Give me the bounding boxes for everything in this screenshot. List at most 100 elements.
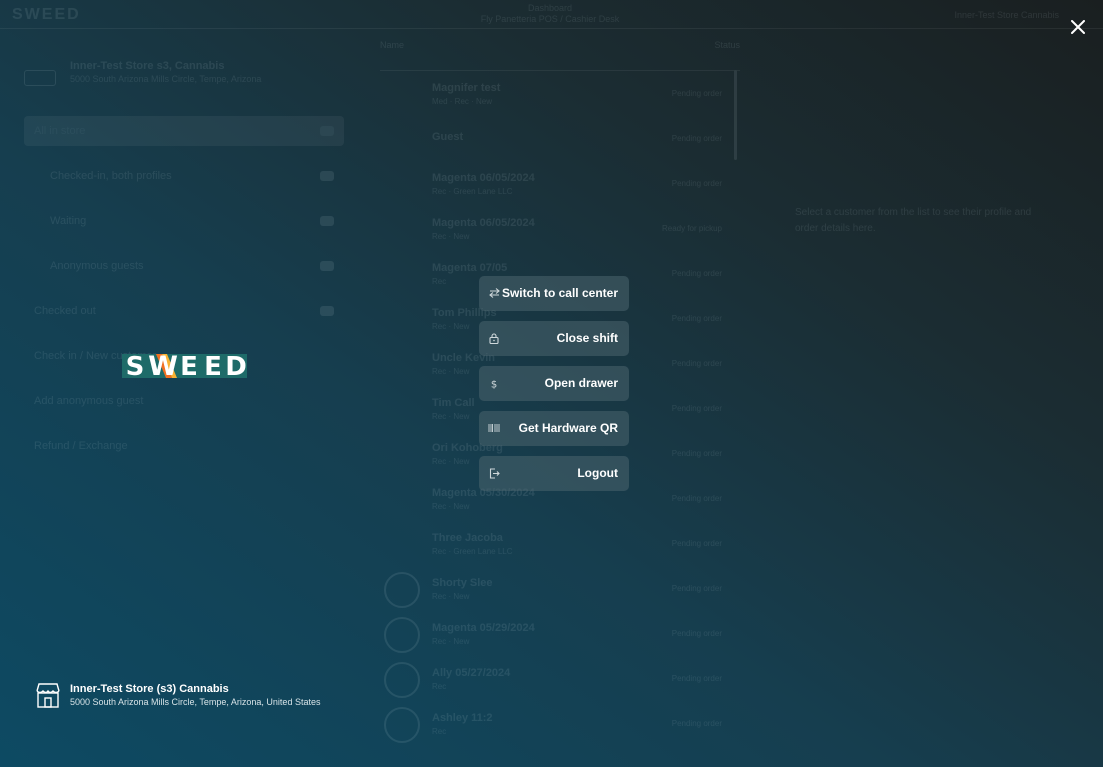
background-row-status: Pending order [671,89,722,98]
background-row-name: Magenta 06/05/2024 [432,216,535,229]
logo-letter: E [180,354,198,378]
background-row-meta: Rec [432,681,447,691]
background-top-center-line1: Dashboard [527,3,573,13]
background-store-header: Inner-Test Store s3, Cannabis 5000 South… [24,60,344,116]
get-hardware-qr-label: Get Hardware QR [518,421,618,435]
background-scrollbar [734,70,737,160]
background-nav-badge [320,306,334,316]
get-hardware-qr-button[interactable]: Get Hardware QR [479,411,629,446]
barcode-icon [488,422,500,434]
close-button[interactable] [1066,15,1090,39]
background-nav-item-label: Checked out [34,305,96,317]
background-list-row: Magenta 06/05/2024 Rec · New Ready for pic… [380,206,740,251]
background-row-left: Tim Call Rec · New [432,397,475,421]
background-row-name: Magenta 06/05/2024 [432,171,535,184]
background-row-meta: Rec · New [432,636,470,646]
background-row-meta: Rec [432,726,447,736]
background-row-status: Pending order [671,359,722,368]
background-nav-item: Add anonymous guest [24,386,344,416]
store-name: Inner-Test Store (s3) Cannabis [70,683,229,695]
logout-icon [488,467,500,479]
background-row-status: Pending order [671,134,722,143]
logout-button[interactable]: Logout [479,456,629,491]
logo-letter: W [148,354,178,378]
background-row-left: Magenta 06/05/2024 Rec · Green Lane LLC [432,172,535,196]
background-nav: All in store Checked-in, both profiles Wai… [24,116,344,461]
background-nav-item: Checked-in, both profiles [24,161,344,191]
lock-icon [488,332,500,344]
close-shift-button[interactable]: Close shift [479,321,629,356]
background-list-row: Guest Pending order [380,116,740,161]
background-nav-badge [320,216,334,226]
background-nav-badge [320,171,334,181]
background-row-left: Ally 05/27/2024 Rec [432,667,510,691]
screen: SWEED Dashboard Fly Panetteria POS / Cas… [0,0,1103,767]
background-row-meta: Rec · Green Lane LLC [432,546,513,556]
background-list-row: Magenta 05/29/2024 Rec · New Pending order [380,611,740,656]
background-row-meta: Rec · Green Lane LLC [432,186,513,196]
background-list-row: Shorty Slee Rec · New Pending order [380,566,740,611]
background-nav-badge [320,126,334,136]
background-row-status: Pending order [671,494,722,503]
background-avatar [384,572,420,608]
background-row-left: Shorty Slee Rec · New [432,577,493,601]
background-nav-item-label: Add anonymous guest [34,395,144,407]
background-row-meta: Rec · New [432,501,470,511]
overlay-menu: Switch to call center Close shift $ Open dr… [479,276,629,501]
background-avatar [384,662,420,698]
background-nav-item-label: Refund / Exchange [34,440,128,452]
background-row-name: Ally 05/27/2024 [432,666,511,679]
background-row-left: Magenta 05/29/2024 Rec · New [432,622,535,646]
background-nav-item: Refund / Exchange [24,431,344,461]
background-list-row: Three Jacoba Rec · Green Lane LLC Pending … [380,521,740,566]
background-list-row: Ally 05/27/2024 Rec Pending order [380,656,740,701]
background-row-status: Pending order [671,584,722,593]
background-list-row: Magnifer test Med · Rec · New Pending orde… [380,71,740,116]
background-row-left: Magnifer test Med · Rec · New [432,82,500,106]
background-row-name: Shorty Slee [432,576,493,589]
background-nav-item: Waiting [24,206,344,236]
background-row-meta: Med · Rec · New [432,96,493,106]
background-row-name: Ashley 11:2 [432,711,493,724]
background-store-subtitle: 5000 South Arizona Mills Circle, Tempe, … [70,74,262,84]
background-top-bar: SWEED Dashboard Fly Panetteria POS / Cas… [0,0,1103,29]
background-row-name: Guest [432,131,464,143]
background-list-header: Name Status [380,40,740,71]
switch-to-call-center-label: Switch to call center [501,286,618,300]
background-nav-item-label: All in store [34,125,86,137]
background-top-center: Dashboard Fly Panetteria POS / Cashier D… [470,3,630,25]
background-nav-item-label: Checked-in, both profiles [50,170,172,182]
background-row-name: Three Jacoba [432,531,503,544]
open-drawer-button[interactable]: $ Open drawer [479,366,629,401]
switch-to-call-center-button[interactable]: Switch to call center [479,276,629,311]
swap-arrows-icon [488,287,500,299]
background-row-status: Pending order [671,449,722,458]
background-list-row: Ashley 11:2 Rec Pending order [380,701,740,746]
background-row-status: Pending order [671,539,722,548]
close-icon [1071,20,1085,34]
background-top-center-line2: Fly Panetteria POS / Cashier Desk [480,14,620,24]
background-row-status: Pending order [671,629,722,638]
background-sidebar: Inner-Test Store s3, Cannabis 5000 South… [24,60,344,476]
background-row-status: Pending order [671,179,722,188]
background-store-avatar [24,70,56,86]
background-list-header-right: Status [714,40,740,50]
background-row-name: Tim Call [432,396,475,409]
background-detail-text: Select a customer from the list to see t… [795,207,1032,234]
store-address: 5000 South Arizona Mills Circle, Tempe, … [70,697,321,707]
open-drawer-label: Open drawer [544,376,618,390]
storefront-icon [36,683,60,708]
logo-letter: D [225,354,247,378]
background-list-row: Magenta 06/05/2024 Rec · Green Lane LLC Pe… [380,161,740,206]
background-row-name: Magnifer test [432,81,501,94]
close-shift-label: Close shift [556,331,618,345]
svg-text:$: $ [491,379,497,389]
sweed-logo: SWEED [122,354,247,378]
background-row-status: Pending order [671,314,722,323]
background-avatar [384,707,420,743]
background-store-title: Inner-Test Store s3, Cannabis [70,60,225,72]
background-row-name: Magenta 07/05 [432,261,508,274]
background-row-meta: Rec · New [432,231,470,241]
background-row-left: Three Jacoba Rec · Green Lane LLC [432,532,513,556]
background-row-left: Ashley 11:2 Rec [432,712,493,736]
